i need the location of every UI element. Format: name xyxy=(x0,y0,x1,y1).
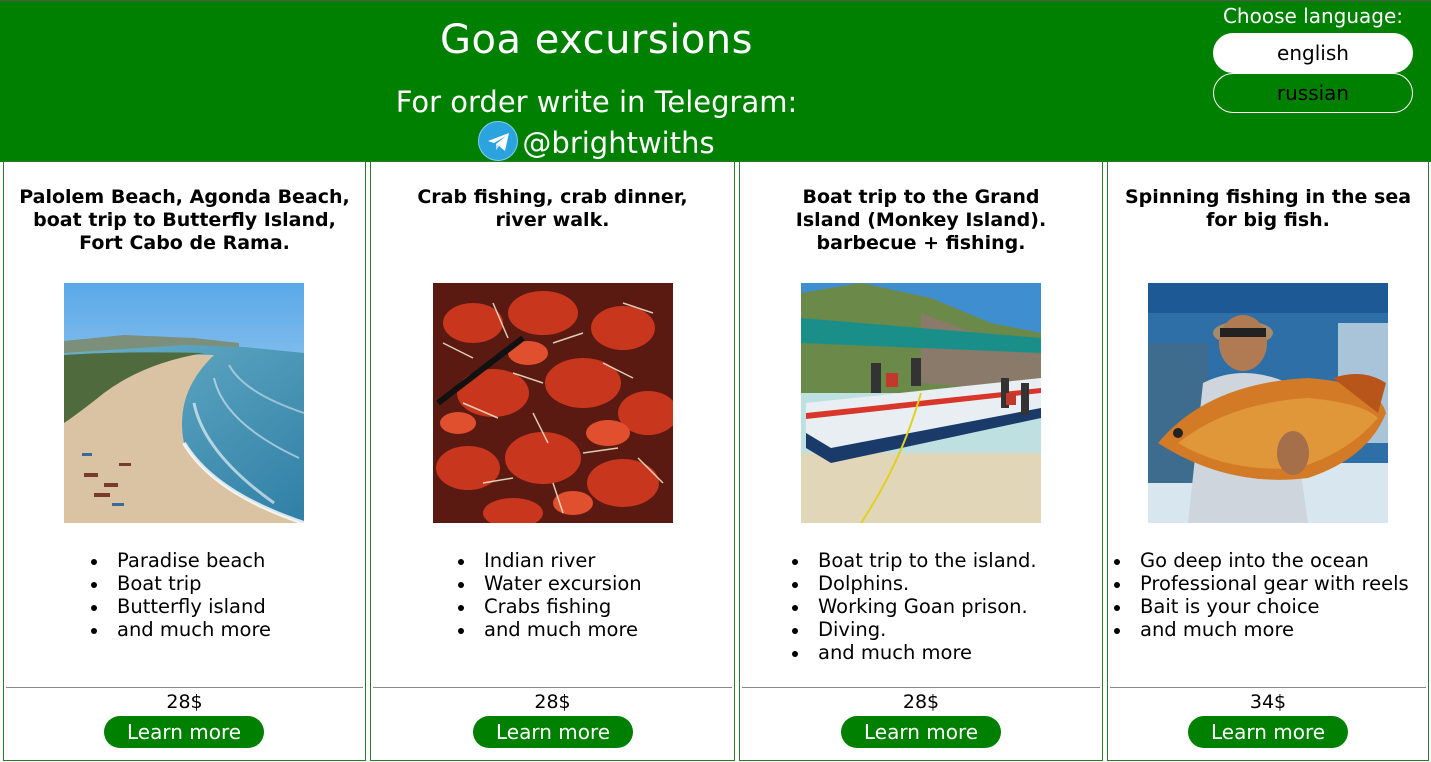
learn-more-button[interactable]: Learn more xyxy=(473,716,633,748)
feature-item: and much more xyxy=(456,618,642,641)
card-title-line: Boat trip to the Grand Island (Monkey Is… xyxy=(795,186,1047,231)
feature-item: Professional gear with reels xyxy=(1112,572,1409,595)
divider xyxy=(742,687,1100,688)
feature-item: Crabs fishing xyxy=(456,595,642,618)
price: 28$ xyxy=(534,691,571,713)
feature-list: Paradise beach Boat trip Butterfly islan… xyxy=(89,549,271,641)
order-instructions: For order write in Telegram: xyxy=(395,85,798,119)
feature-item: Dolphins. xyxy=(790,572,1037,595)
price: 34$ xyxy=(1249,691,1287,713)
telegram-icon[interactable] xyxy=(478,121,519,161)
card-title: Spinning fishing in the sea for big fish… xyxy=(1124,186,1412,231)
telegram-contact[interactable]: @brightwiths xyxy=(0,121,1193,161)
feature-list: Boat trip to the island. Dolphins. Worki… xyxy=(790,549,1037,664)
feature-item: Indian river xyxy=(456,549,642,572)
excursion-card: Spinning fishing in the sea for big fish… xyxy=(1107,161,1429,761)
excursion-card: Palolem Beach, Agonda Beach, boat trip t… xyxy=(3,161,366,761)
feature-item: Paradise beach xyxy=(89,549,271,572)
divider xyxy=(6,687,363,688)
site-header: Goa excursions For order write in Telegr… xyxy=(0,0,1431,162)
feature-item: Go deep into the ocean xyxy=(1112,549,1409,572)
price: 28$ xyxy=(902,691,940,713)
feature-item: Water excursion xyxy=(456,572,642,595)
feature-item: Boat trip xyxy=(89,572,271,595)
fisherman-photo xyxy=(1148,283,1388,523)
site-title: Goa excursions xyxy=(440,17,753,63)
card-title: Crab fishing, crab dinner, river walk. xyxy=(417,186,688,231)
feature-item: Working Goan prison. xyxy=(790,595,1037,618)
language-english-button[interactable]: english xyxy=(1213,33,1413,73)
feature-item: Butterfly island xyxy=(89,595,271,618)
learn-more-button[interactable]: Learn more xyxy=(1188,716,1348,748)
feature-list: Go deep into the ocean Professional gear… xyxy=(1112,549,1409,641)
language-russian-button[interactable]: russian xyxy=(1213,73,1413,113)
price: 28$ xyxy=(166,691,203,713)
divider xyxy=(373,687,732,688)
telegram-handle[interactable]: @brightwiths xyxy=(522,126,714,160)
feature-item: Boat trip to the island. xyxy=(790,549,1037,572)
feature-item: and much more xyxy=(790,641,1037,664)
feature-item: Bait is your choice xyxy=(1112,595,1409,618)
card-title: Palolem Beach, Agonda Beach, boat trip t… xyxy=(19,186,350,254)
beach-photo xyxy=(64,283,304,523)
feature-item: and much more xyxy=(89,618,271,641)
feature-list: Indian river Water excursion Crabs fishi… xyxy=(456,549,642,641)
excursion-card: Crab fishing, crab dinner, river walk. I… xyxy=(370,161,735,761)
excursion-card: Boat trip to the Grand Island (Monkey Is… xyxy=(739,161,1103,761)
learn-more-button[interactable]: Learn more xyxy=(841,716,1001,748)
learn-more-button[interactable]: Learn more xyxy=(104,716,264,748)
feature-item: Diving. xyxy=(790,618,1037,641)
language-label: Choose language: xyxy=(1222,4,1404,28)
card-title: Boat trip to the Grand Island (Monkey Is… xyxy=(748,186,1094,255)
crabs-photo xyxy=(433,283,673,523)
card-title-line: barbecue + fishing. xyxy=(816,232,1026,254)
feature-item: and much more xyxy=(1112,618,1409,641)
boat-photo xyxy=(801,283,1041,523)
divider xyxy=(1110,687,1426,688)
language-selector: Choose language: english russian xyxy=(1208,4,1418,113)
